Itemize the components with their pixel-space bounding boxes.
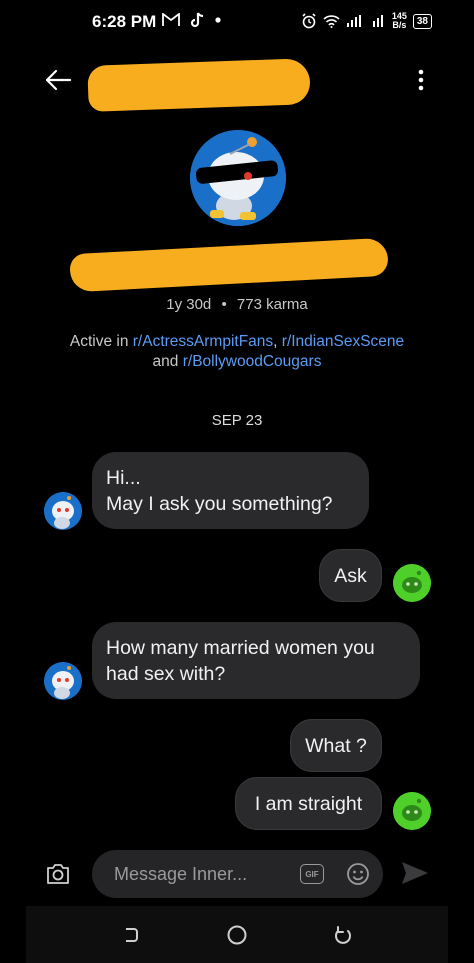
message-text: Ask: [334, 564, 367, 587]
message-text: May I ask you something?: [106, 493, 333, 515]
snoo-avatar-icon: [190, 130, 286, 226]
message-text: What ?: [305, 734, 367, 757]
and-label: and: [152, 353, 179, 370]
recents-icon: [126, 928, 138, 942]
camera-icon: [47, 864, 69, 884]
sender-avatar[interactable]: [44, 662, 82, 700]
notification-dot-icon: [215, 17, 221, 23]
signal-icon: [346, 15, 361, 27]
redacted-display-name: [69, 237, 389, 293]
message-bubble-sent[interactable]: What ?: [290, 719, 382, 772]
camera-button[interactable]: [42, 858, 74, 890]
snoo-avatar-icon: [44, 662, 82, 700]
status-bar: 6:28 PM 145 B/s 38: [0, 0, 474, 46]
account-age: 1y 30d: [166, 296, 212, 313]
home-circle-icon: [227, 925, 247, 945]
my-avatar[interactable]: [393, 564, 431, 602]
meta-separator: •: [221, 296, 227, 313]
more-options-button[interactable]: [406, 64, 436, 96]
snoo-green-avatar-icon: [393, 564, 431, 602]
message-bubble-received[interactable]: How many married women you had sex with?: [92, 622, 420, 699]
arrow-left-icon: [45, 69, 72, 91]
alarm-icon: [302, 13, 316, 29]
signal-2-icon: [372, 15, 383, 27]
message-input[interactable]: [114, 862, 274, 886]
message-composer: GIF: [92, 850, 383, 898]
community-link-1[interactable]: r/ActressArmpitFans: [133, 333, 273, 350]
redacted-username: [87, 58, 311, 112]
message-text: Hi...: [106, 467, 141, 489]
message-text: I am straight: [254, 792, 363, 815]
community-link-3[interactable]: r/BollywoodCougars: [183, 353, 322, 370]
emoji-button[interactable]: [346, 862, 370, 886]
snoo-avatar-icon: [44, 492, 82, 530]
message-bubble-sent[interactable]: Ask: [319, 549, 382, 602]
recents-button[interactable]: [118, 922, 144, 948]
send-button[interactable]: [400, 860, 432, 888]
karma-count: 773 karma: [236, 296, 308, 313]
snoo-green-avatar-icon: [393, 792, 431, 830]
message-bubble-received[interactable]: Hi... May I ask you something?: [92, 452, 369, 529]
send-icon: [402, 862, 428, 884]
emoji-icon: [347, 863, 369, 885]
battery-indicator: 38: [412, 13, 432, 29]
message-bubble-sent[interactable]: I am straight: [235, 777, 382, 830]
comma-1: ,: [273, 333, 278, 350]
gif-button[interactable]: GIF: [300, 864, 324, 884]
message-text: had sex with?: [106, 663, 226, 685]
profile-avatar[interactable]: [190, 130, 286, 226]
community-link-2[interactable]: r/IndianSexScene: [282, 333, 404, 350]
system-nav-bar: [26, 906, 448, 963]
sender-avatar[interactable]: [44, 492, 82, 530]
back-nav-button[interactable]: [330, 922, 356, 948]
network-speed: 145 B/s: [391, 11, 407, 30]
gmail-icon: [162, 13, 180, 26]
status-time: 6:28 PM: [92, 12, 157, 31]
more-vertical-icon: [418, 69, 424, 91]
tiktok-icon: [190, 12, 204, 28]
my-avatar[interactable]: [393, 792, 431, 830]
wifi-icon: [323, 15, 340, 28]
active-in-communities: Active in r/ActressArmpitFans, r/IndianS…: [0, 332, 474, 372]
back-nav-icon: [335, 926, 351, 944]
date-separator: SEP 23: [211, 412, 263, 429]
message-text: How many married women you: [106, 637, 375, 659]
back-button[interactable]: [40, 64, 76, 96]
account-age-karma: 1y 30d • 773 karma: [0, 296, 474, 313]
home-button[interactable]: [224, 922, 250, 948]
active-in-label: Active in: [69, 333, 129, 350]
